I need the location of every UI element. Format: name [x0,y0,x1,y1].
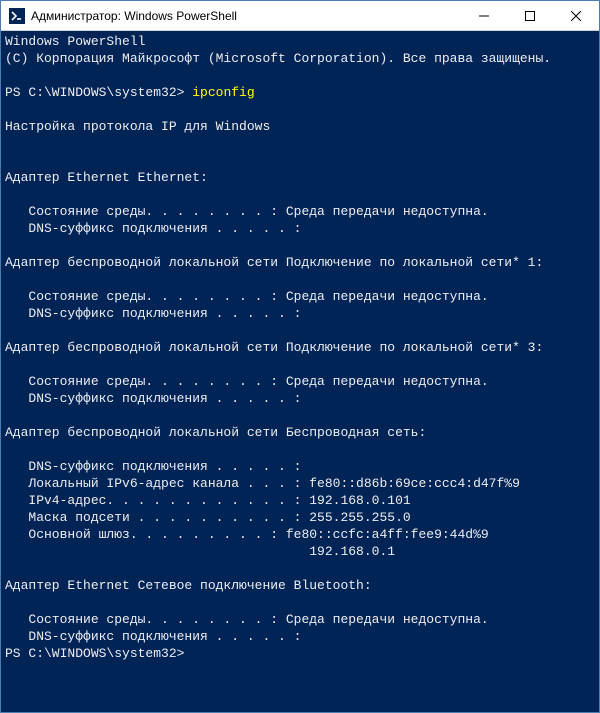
output-heading: Настройка протокола IP для Windows [5,119,270,134]
prompt-prefix: PS C:\WINDOWS\system32> [5,646,184,661]
output-line: DNS-суффикс подключения . . . . . : [5,306,301,321]
adapter-name: Адаптер беспроводной локальной сети Бесп… [5,425,426,440]
terminal-viewport[interactable]: Windows PowerShell (C) Корпорация Майкро… [1,31,599,712]
window-controls [461,1,599,30]
adapter-name: Адаптер беспроводной локальной сети Подк… [5,340,543,355]
output-line: Основной шлюз. . . . . . . . . : fe80::c… [5,527,489,542]
output-line: Состояние среды. . . . . . . . : Среда п… [5,204,489,219]
output-line: IPv4-адрес. . . . . . . . . . . . : 192.… [5,493,411,508]
adapter-name: Адаптер Ethernet Ethernet: [5,170,208,185]
output-line: Состояние среды. . . . . . . . : Среда п… [5,374,489,389]
output-line: Маска подсети . . . . . . . . . . : 255.… [5,510,411,525]
entered-command: ipconfig [192,85,254,100]
output-line: Состояние среды. . . . . . . . : Среда п… [5,289,489,304]
adapter-name: Адаптер Ethernet Сетевое подключение Blu… [5,578,372,593]
output-line: Состояние среды. . . . . . . . : Среда п… [5,612,489,627]
powershell-icon [9,8,25,24]
output-line: DNS-суффикс подключения . . . . . : [5,629,301,644]
titlebar[interactable]: Администратор: Windows PowerShell [1,1,599,31]
output-line: Локальный IPv6-адрес канала . . . : fe80… [5,476,520,491]
output-line: DNS-суффикс подключения . . . . . : [5,221,301,236]
powershell-window: Администратор: Windows PowerShell Window… [0,0,600,713]
minimize-button[interactable] [461,1,507,30]
prompt-prefix: PS C:\WINDOWS\system32> [5,85,192,100]
close-button[interactable] [553,1,599,30]
output-line: DNS-суффикс подключения . . . . . : [5,391,301,406]
adapter-name: Адаптер беспроводной локальной сети Подк… [5,255,543,270]
maximize-button[interactable] [507,1,553,30]
banner-line: (C) Корпорация Майкрософт (Microsoft Cor… [5,51,551,66]
window-title: Администратор: Windows PowerShell [31,9,461,23]
banner-line: Windows PowerShell [5,34,145,49]
output-line: 192.168.0.1 [5,544,395,559]
output-line: DNS-суффикс подключения . . . . . : [5,459,301,474]
